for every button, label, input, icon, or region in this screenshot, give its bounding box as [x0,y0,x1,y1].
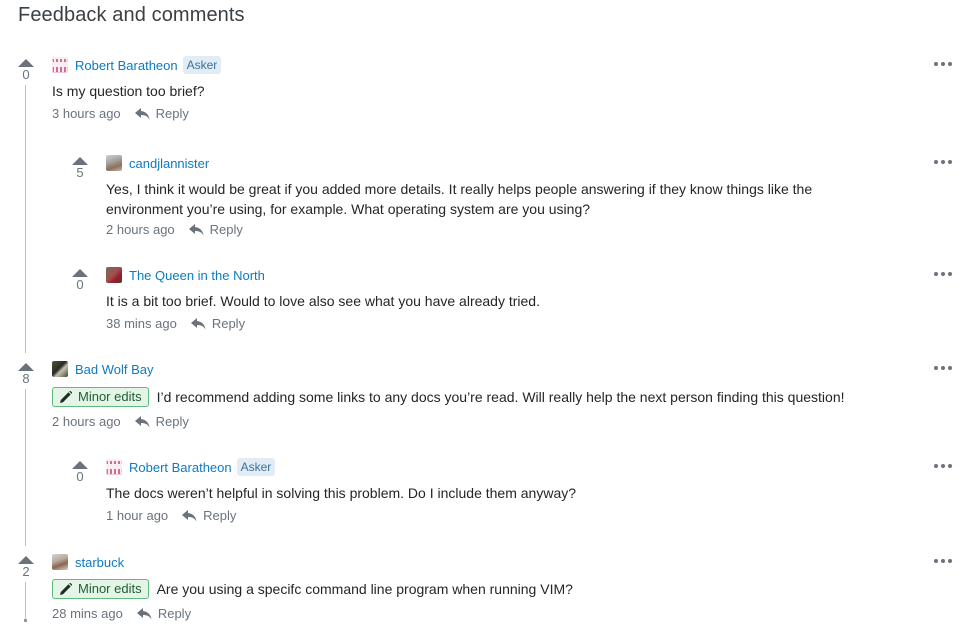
avatar[interactable] [52,554,68,570]
vote-widget: 0 [11,59,41,82]
vote-count: 2 [22,564,30,579]
reply-label: Reply [157,606,192,621]
ellipsis-icon [934,272,938,276]
reply-button[interactable]: Reply [188,222,243,237]
upvote-arrow-icon[interactable] [72,461,88,469]
timestamp: 28 mins ago [52,606,123,621]
ellipsis-icon [934,559,938,563]
comment-meta: 2 hours ago Reply [52,414,189,429]
vote-count: 0 [76,277,84,292]
timestamp: 3 hours ago [52,106,121,121]
pencil-icon [60,391,72,403]
minor-edits-badge[interactable]: Minor edits [52,579,149,599]
avatar[interactable] [106,267,122,283]
reply-button[interactable]: Reply [136,606,192,621]
comment-header: Robert Baratheon Asker [106,457,276,477]
avatar[interactable] [52,57,68,73]
upvote-arrow-icon[interactable] [18,59,34,67]
asker-badge: Asker [236,458,276,476]
timestamp: 2 hours ago [52,414,121,429]
thread-line [25,582,26,620]
upvote-arrow-icon[interactable] [72,157,88,165]
more-options-button[interactable] [934,157,952,167]
vote-count: 5 [76,165,84,180]
thread-line [25,85,26,353]
more-options-button[interactable] [934,59,952,69]
comment-header: Robert Baratheon Asker [52,55,222,75]
reply-label: Reply [155,414,189,429]
timestamp: 1 hour ago [106,508,169,523]
comment-meta: 28 mins ago Reply [52,606,191,621]
vote-widget: 8 [11,363,41,386]
reply-label: Reply [203,508,237,523]
username-link[interactable]: Bad Wolf Bay [75,362,154,377]
comment-text: It is a bit too brief. Would to love als… [106,293,540,309]
comment-meta: 1 hour ago Reply [106,508,236,523]
reply-icon [182,509,197,521]
upvote-arrow-icon[interactable] [18,363,34,371]
page-title: Feedback and comments [18,4,245,26]
ellipsis-icon [934,62,938,66]
username-link[interactable]: Robert Baratheon [129,460,232,475]
ellipsis-icon [934,464,938,468]
reply-button[interactable]: Reply [134,106,189,121]
comment-text: Are you using a specifc command line pro… [156,581,573,597]
ellipsis-icon [934,366,938,370]
asker-badge: Asker [182,56,222,74]
username-link[interactable]: starbuck [75,555,124,570]
reply-label: Reply [209,222,243,237]
reply-label: Reply [155,106,189,121]
more-options-button[interactable] [934,461,952,471]
ellipsis-icon [934,160,938,164]
reply-icon [134,107,150,119]
more-options-button[interactable] [934,556,952,566]
upvote-arrow-icon[interactable] [18,556,34,564]
comment-text: The docs weren’t helpful in solving this… [106,485,577,501]
badge-label: Minor edits [78,581,142,596]
vote-widget: 2 [11,556,41,579]
comment-header: starbuck [52,552,124,572]
comment-text: Yes, I think it would be great if you ad… [106,181,813,217]
comment-header: The Queen in the North [106,265,265,285]
avatar[interactable] [52,361,68,377]
pencil-icon [60,583,72,595]
reply-icon [190,317,206,329]
timestamp: 2 hours ago [106,222,175,237]
avatar[interactable] [106,155,122,171]
vote-widget: 5 [65,157,95,180]
comment-meta: 38 mins ago Reply [106,316,245,331]
upvote-arrow-icon[interactable] [72,269,88,277]
more-options-button[interactable] [934,363,952,373]
comment-meta: 3 hours ago Reply [52,106,189,121]
comment-meta: 2 hours ago Reply [106,222,243,237]
comment-header: Bad Wolf Bay [52,359,154,379]
reply-button[interactable]: Reply [134,414,189,429]
reply-label: Reply [211,316,246,331]
comment-text: I’d recommend adding some links to any d… [156,389,845,405]
comment-body: Minor edits I’d recommend adding some li… [52,387,845,407]
more-options-button[interactable] [934,269,952,279]
comment-body: Minor edits Are you using a specifc comm… [52,579,573,599]
avatar[interactable] [106,459,122,475]
comment-text: Is my question too brief? [52,83,205,99]
reply-icon [134,415,150,427]
timestamp: 38 mins ago [106,316,177,331]
vote-count: 8 [22,371,30,386]
username-link[interactable]: The Queen in the North [129,268,265,283]
vote-count: 0 [22,67,30,82]
vote-count: 0 [76,469,84,484]
reply-icon [188,223,204,235]
thread-line [25,389,26,546]
comment-header: candjlannister [106,153,209,173]
vote-widget: 0 [65,269,95,292]
badge-label: Minor edits [78,389,142,404]
minor-edits-badge[interactable]: Minor edits [52,387,149,407]
reply-button[interactable]: Reply [190,316,246,331]
username-link[interactable]: Robert Baratheon [75,58,178,73]
reply-button[interactable]: Reply [182,508,236,523]
username-link[interactable]: candjlannister [129,156,209,171]
vote-widget: 0 [65,461,95,484]
thread-end-marker [24,619,27,622]
reply-icon [136,607,152,619]
